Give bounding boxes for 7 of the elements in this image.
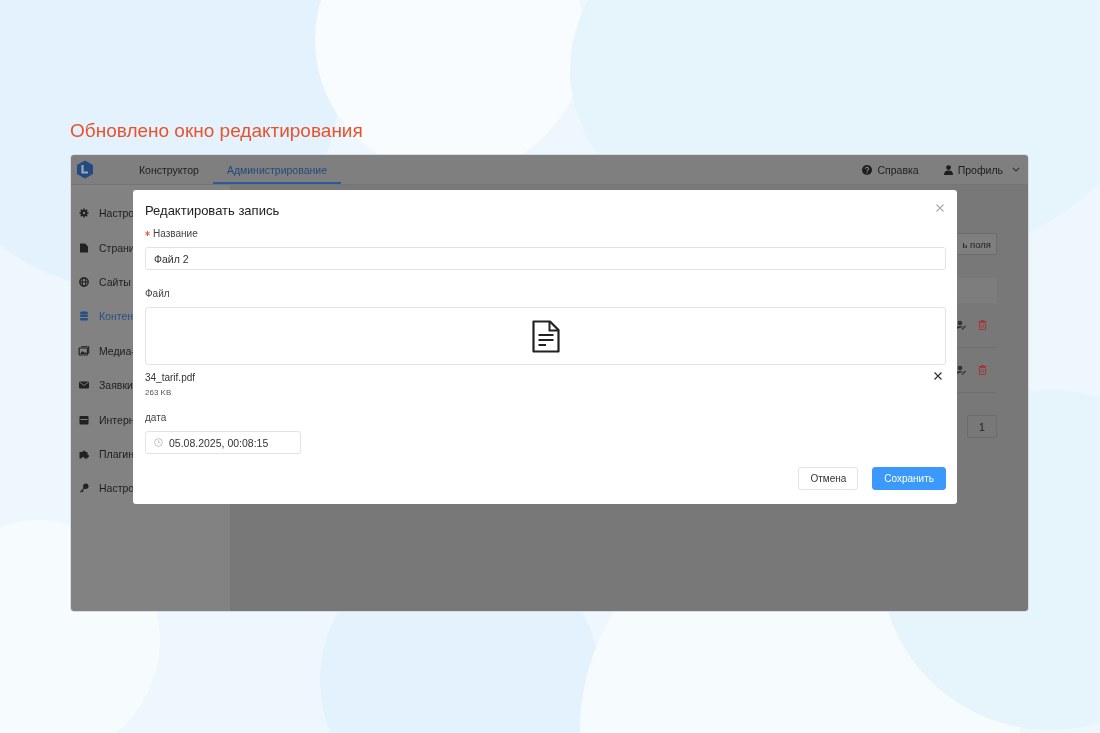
file-size: 263 KB [145, 388, 173, 397]
field-label: Файл [145, 288, 170, 299]
dialog-title: Редактировать запись [145, 203, 280, 218]
slide-title: Обновлено окно редактирования [70, 119, 364, 143]
file-name: 34_tarif.pdf [145, 372, 196, 383]
field-label: дата [145, 412, 167, 423]
field-label: Название [153, 228, 198, 239]
